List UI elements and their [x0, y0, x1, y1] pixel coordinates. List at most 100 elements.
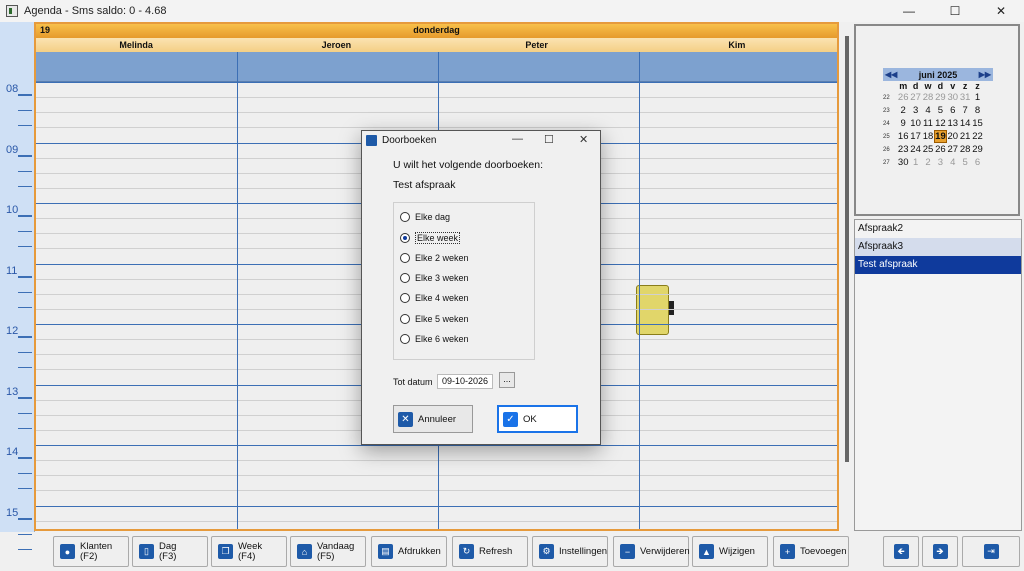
toolbar-button-klanten[interactable]: ● Klanten (F2)	[53, 536, 129, 567]
calendar-today[interactable]: 19	[934, 130, 947, 143]
calendar-day[interactable]: 2	[922, 157, 934, 168]
month-label: juni 2025	[918, 69, 958, 80]
repeat-option-radio[interactable]: Elke 4 weken	[400, 293, 469, 304]
calendar-day[interactable]: 17	[909, 131, 921, 142]
list-item-selected[interactable]: Test afspraak	[855, 256, 1021, 274]
calendar-day[interactable]: 22	[971, 131, 983, 142]
toolbar-button-refresh[interactable]: ↻ Refresh	[452, 536, 528, 567]
mini-calendar[interactable]: ◀◀ juni 2025 ▶▶ mdwdvzz 22 26 27 28 29 30 31 1 2…	[883, 68, 993, 169]
weekday-label: d	[937, 81, 944, 91]
column-header: Peter	[525, 40, 548, 50]
calendar-day[interactable]: 18	[922, 131, 934, 142]
close-button[interactable]: ✕	[978, 0, 1024, 22]
hour-label: 15	[6, 506, 19, 519]
calendar-day[interactable]: 21	[959, 131, 971, 142]
date-picker-button[interactable]: ...	[499, 372, 515, 388]
calendar-day[interactable]: 8	[971, 105, 983, 116]
time-tick	[18, 276, 32, 278]
until-date-field[interactable]: 09-10-2026	[437, 374, 493, 389]
calendar-day[interactable]: 30	[897, 157, 909, 168]
quarter-line	[36, 127, 837, 129]
calendar-day[interactable]: 23	[897, 144, 909, 155]
calendar-day[interactable]: 11	[922, 118, 934, 129]
calendar-day[interactable]: 4	[922, 105, 934, 116]
calendar-day[interactable]: 28	[959, 144, 971, 155]
toolbar-button-week[interactable]: ❐ Week (F4)	[211, 536, 287, 567]
calendar-day[interactable]: 4	[947, 157, 959, 168]
calendar-panel: ◀◀ juni 2025 ▶▶ mdwdvzz 22 26 27 28 29 30 31 1 2…	[854, 24, 1020, 216]
calendar-day[interactable]: 2	[897, 105, 909, 116]
calendar-week: 26 23 24 25 26 27 28 29	[883, 143, 993, 156]
list-item[interactable]: Afspraak3	[855, 238, 1021, 256]
next-month-icon[interactable]: ▶▶	[979, 70, 991, 79]
dialog-close-button[interactable]: ✕	[579, 133, 588, 146]
time-tick	[18, 458, 32, 460]
calendar-day[interactable]: 27	[947, 144, 959, 155]
calendar-day[interactable]: 13	[947, 118, 959, 129]
cancel-button[interactable]: ✕ Annuleer	[393, 405, 473, 433]
calendar-day[interactable]: 20	[947, 131, 959, 142]
repeat-option-radio[interactable]: Elke 3 weken	[400, 272, 469, 283]
calendar-day[interactable]: 5	[934, 105, 946, 116]
calendar-day[interactable]: 29	[934, 92, 946, 103]
calendar-day[interactable]: 3	[909, 105, 921, 116]
calendar-day[interactable]: 10	[909, 118, 921, 129]
toolbar-button-label: Wijzigen	[719, 546, 755, 557]
toolbar-button-afdrukken[interactable]: ▤ Afdrukken	[371, 536, 447, 567]
calendar-day[interactable]: 29	[971, 144, 983, 155]
ok-button[interactable]: ✓ OK	[497, 405, 578, 433]
repeat-option-radio[interactable]: Elke dag	[400, 212, 450, 222]
minimize-button[interactable]: —	[886, 0, 932, 22]
toolbar-button-instellingen[interactable]: ⚙ Instellingen	[532, 536, 608, 567]
radio-label: Elke 3 weken	[415, 272, 469, 283]
maximize-button[interactable]: ☐	[932, 0, 978, 22]
prev-month-icon[interactable]: ◀◀	[885, 70, 897, 79]
calendar-day[interactable]: 12	[934, 118, 946, 129]
repeat-option-radio[interactable]: Elke week	[400, 232, 461, 245]
calendar-day[interactable]: 6	[947, 105, 959, 116]
repeat-option-radio[interactable]: Elke 6 weken	[400, 333, 469, 344]
repeat-option-radio[interactable]: Elke 5 weken	[400, 313, 469, 324]
next-button[interactable]: 🡺	[922, 536, 958, 567]
calendar-day[interactable]: 7	[959, 105, 971, 116]
appointment-block[interactable]	[636, 285, 669, 335]
calendar-day[interactable]: 3	[934, 157, 946, 168]
calendar-day[interactable]: 26	[934, 144, 946, 155]
calendar-day[interactable]: 30	[947, 92, 959, 103]
hour-label: 13	[6, 385, 19, 398]
calendar-day[interactable]: 26	[897, 92, 909, 103]
toolbar-button-verwijderen[interactable]: − Verwijderen	[613, 536, 690, 567]
calendar-day[interactable]: 25	[922, 144, 934, 155]
toolbar-button-toevoegen[interactable]: + Toevoegen	[773, 536, 849, 567]
prev-button[interactable]: 🡸	[883, 536, 919, 567]
calendar-day[interactable]: 6	[971, 157, 983, 168]
exit-button[interactable]: ⇥	[962, 536, 1020, 567]
toolbar-button-vandaag[interactable]: ⌂ Vandaag (F5)	[290, 536, 366, 567]
time-tick	[18, 306, 32, 308]
calendar-day[interactable]: 14	[959, 118, 971, 129]
column-header: Kim	[728, 40, 746, 50]
calendar-day[interactable]: 27	[909, 92, 921, 103]
button-label: Afdrukken	[398, 545, 441, 557]
all-day-row[interactable]	[36, 52, 837, 82]
calendar-day[interactable]: 1	[909, 157, 921, 168]
calendar-day[interactable]: 16	[897, 131, 909, 142]
calendar-day[interactable]: 15	[971, 118, 983, 129]
appointment-list[interactable]: Afspraak2 Afspraak3 Test afspraak	[854, 219, 1022, 531]
dialog-minimize-button[interactable]: —	[512, 133, 523, 145]
calendar-day[interactable]: 31	[959, 92, 971, 103]
repeat-option-radio[interactable]: Elke 2 weken	[400, 252, 469, 263]
dialog-maximize-button[interactable]: ☐	[544, 133, 554, 146]
calendar-day[interactable]: 1	[971, 92, 983, 103]
calendar-day[interactable]: 5	[959, 157, 971, 168]
calendar-day[interactable]: 28	[922, 92, 934, 103]
time-tick	[18, 155, 32, 157]
list-item[interactable]: Afspraak2	[855, 220, 1021, 238]
calendar-day[interactable]: 9	[897, 118, 909, 129]
button-label: Dag	[159, 540, 177, 552]
column-divider	[639, 52, 640, 529]
calendar-day[interactable]: 24	[909, 144, 921, 155]
toolbar-button-dag[interactable]: ▯ Dag (F3)	[132, 536, 208, 567]
agenda-scrollbar[interactable]	[845, 36, 849, 462]
toolbar-button-wijzigen[interactable]: ▲ Wijzigen	[692, 536, 768, 567]
